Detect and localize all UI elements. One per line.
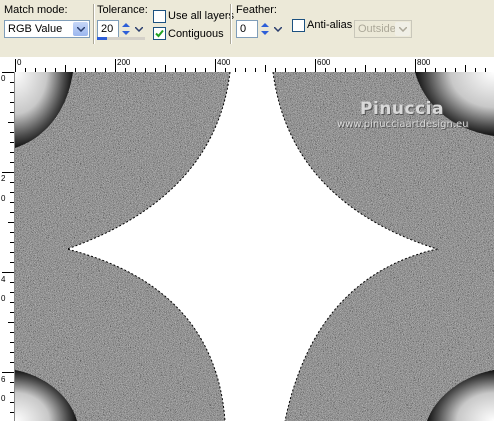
ruler-label: 800 (417, 58, 431, 67)
tool-options-bar: Match mode: RGB Value Tolerance: 20 Use … (0, 0, 494, 51)
contiguous-checkbox[interactable] (153, 27, 166, 40)
chevron-down-icon[interactable] (133, 21, 145, 37)
use-all-layers-checkbox[interactable] (153, 10, 166, 23)
contiguous-label: Contiguous (168, 28, 224, 40)
horizontal-ruler: 0 200 400 600 800 (0, 57, 494, 73)
feather-label: Feather: (236, 4, 277, 16)
ruler-label: 0 (1, 394, 6, 403)
tolerance-spinner[interactable] (120, 21, 145, 37)
alias-mode-select[interactable]: Outside (354, 20, 412, 38)
use-all-layers-label: Use all layers (168, 10, 235, 22)
ruler-label: 0 (1, 74, 6, 83)
ruler-ticks (2, 72, 14, 413)
spin-icon[interactable] (259, 21, 271, 37)
ruler-label: 0 (1, 294, 6, 303)
separator (230, 4, 231, 44)
alias-mode-value: Outside (358, 23, 396, 35)
tolerance-level-fill (97, 37, 107, 40)
vertical-ruler: 0 2 0 4 0 6 0 (0, 72, 15, 421)
chevron-down-icon[interactable] (73, 22, 88, 36)
ruler-label: 4 (1, 275, 6, 284)
image-canvas[interactable]: Pinuccia www.pinucciaartdesign.eu (15, 72, 494, 421)
watermark-url: www.pinucciaartdesign.eu (337, 119, 469, 130)
workspace-gap (0, 50, 494, 57)
tolerance-value: 20 (101, 23, 114, 35)
tolerance-label: Tolerance: (97, 4, 148, 16)
tolerance-level-bar (97, 37, 145, 40)
anti-alias-label: Anti-alias (307, 19, 353, 31)
ruler-label: 600 (317, 58, 331, 67)
anti-alias-checkbox[interactable] (292, 19, 305, 32)
ruler-label: 2 (1, 174, 6, 183)
chevron-down-icon[interactable] (272, 21, 284, 37)
checkmark-icon (155, 29, 164, 38)
separator (93, 4, 94, 44)
match-mode-select[interactable]: RGB Value (4, 20, 90, 38)
ruler-label: 400 (217, 58, 231, 67)
feather-field[interactable]: 0 (236, 20, 258, 38)
watermark-name: Pinuccia (360, 99, 444, 119)
match-mode-value: RGB Value (8, 23, 63, 35)
match-mode-label: Match mode: (4, 4, 68, 16)
ruler-label: 200 (117, 58, 131, 67)
feather-value: 0 (240, 23, 247, 35)
ruler-label: 0 (1, 194, 6, 203)
feather-spinner[interactable] (259, 21, 284, 37)
spin-icon[interactable] (120, 21, 132, 37)
ruler-label: 6 (1, 375, 6, 384)
chevron-down-icon[interactable] (395, 22, 410, 36)
ruler-label: 0 (17, 58, 22, 67)
tolerance-field[interactable]: 20 (97, 20, 119, 38)
